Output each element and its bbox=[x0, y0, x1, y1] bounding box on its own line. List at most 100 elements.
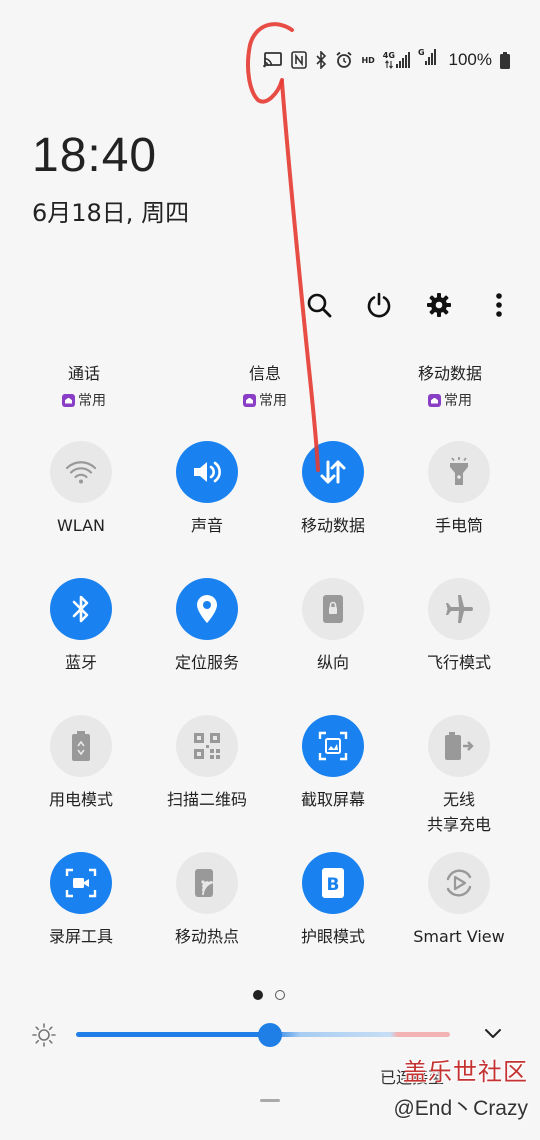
hotspot-icon bbox=[195, 869, 217, 897]
shortcut-mobile-data[interactable]: 移动数据 常用 bbox=[395, 360, 505, 411]
tile-label: 定位服务 bbox=[174, 653, 239, 672]
tile-toggle[interactable] bbox=[428, 715, 490, 777]
more-options-button[interactable] bbox=[482, 288, 516, 322]
app-shortcuts: 通话 常用 信息 常用 移动数据 常用 bbox=[0, 360, 540, 412]
search-button[interactable] bbox=[302, 288, 336, 322]
brightness-icon bbox=[32, 1023, 56, 1051]
tile-location[interactable]: 定位服务 bbox=[144, 578, 270, 675]
tile-label: 截取屏幕 bbox=[300, 790, 365, 809]
shortcut-name: 信息 bbox=[248, 364, 281, 383]
location-icon bbox=[197, 595, 217, 623]
shortcut-tag: 常用 bbox=[259, 393, 287, 409]
tile-label: 飞行模式 bbox=[426, 653, 491, 672]
tile-toggle[interactable] bbox=[176, 578, 238, 640]
tile-screen-recorder[interactable]: 录屏工具 bbox=[18, 852, 144, 949]
screenshot-icon bbox=[318, 731, 348, 761]
tile-toggle[interactable] bbox=[302, 715, 364, 777]
tile-airplane[interactable]: 飞行模式 bbox=[396, 578, 522, 675]
tile-toggle[interactable]: B bbox=[302, 852, 364, 914]
quick-panel: HD 4G G 100% 18:40 6月18日, 周四 通话 常用 信息 常用… bbox=[0, 0, 540, 1140]
portrait-lock-icon bbox=[323, 595, 343, 623]
tile-toggle[interactable] bbox=[302, 441, 364, 503]
wireless-share-icon bbox=[445, 732, 474, 760]
sim2-network-label: G bbox=[417, 48, 425, 57]
tile-toggle[interactable] bbox=[428, 578, 490, 640]
tile-toggle[interactable] bbox=[176, 852, 238, 914]
shortcut-name: 移动数据 bbox=[417, 364, 482, 383]
tile-toggle[interactable] bbox=[428, 852, 490, 914]
tile-smart-view[interactable]: Smart View bbox=[396, 852, 522, 949]
tile-bluetooth[interactable]: 蓝牙 bbox=[18, 578, 144, 675]
tile-toggle[interactable] bbox=[50, 852, 112, 914]
tile-eye-comfort[interactable]: B 护眼模式 bbox=[270, 852, 396, 949]
tile-toggle[interactable] bbox=[176, 715, 238, 777]
page-dot-inactive[interactable] bbox=[275, 990, 285, 1000]
search-icon bbox=[307, 293, 332, 318]
page-dot-active[interactable] bbox=[253, 990, 263, 1000]
tile-flashlight[interactable]: 手电筒 bbox=[396, 441, 522, 538]
network-type-label: 4G bbox=[382, 50, 395, 60]
svg-text:B: B bbox=[327, 875, 340, 895]
bluetooth-icon bbox=[315, 49, 327, 71]
tile-toggle[interactable] bbox=[50, 441, 112, 503]
eye-comfort-icon: B bbox=[322, 868, 344, 898]
tile-sound[interactable]: 声音 bbox=[144, 441, 270, 538]
power-button[interactable] bbox=[362, 288, 396, 322]
tile-label: Smart View bbox=[413, 927, 505, 946]
shortcut-tag: 常用 bbox=[78, 393, 106, 409]
alarm-icon bbox=[335, 49, 353, 71]
power-icon bbox=[367, 292, 391, 318]
shortcut-tag: 常用 bbox=[444, 393, 472, 409]
tile-wlan[interactable]: WLAN bbox=[18, 441, 144, 538]
nfc-icon bbox=[291, 49, 308, 71]
status-bar: HD 4G G 100% bbox=[263, 46, 510, 74]
tile-label: 纵向 bbox=[316, 653, 349, 672]
tile-mobile-hotspot[interactable]: 移动热点 bbox=[144, 852, 270, 949]
tile-wireless-powershare[interactable]: 无线 共享充电 bbox=[396, 715, 522, 837]
shortcut-call[interactable]: 通话 常用 bbox=[29, 360, 139, 411]
shortcut-messages[interactable]: 信息 常用 bbox=[210, 360, 320, 411]
panel-handle[interactable] bbox=[260, 1099, 280, 1102]
qr-code-icon bbox=[194, 733, 220, 759]
home-badge-icon bbox=[428, 393, 441, 407]
tile-screenshot[interactable]: 截取屏幕 bbox=[270, 715, 396, 812]
page-indicator bbox=[253, 990, 285, 1000]
tile-label: 移动热点 bbox=[174, 927, 239, 946]
brightness-slider-thumb[interactable] bbox=[258, 1023, 283, 1047]
wifi-icon bbox=[65, 461, 97, 484]
tile-mobile-data[interactable]: 移动数据 bbox=[270, 441, 396, 538]
bluetooth-icon bbox=[72, 595, 89, 623]
home-badge-icon bbox=[243, 393, 256, 407]
tile-toggle[interactable] bbox=[302, 578, 364, 640]
battery-percent: 100% bbox=[448, 50, 492, 69]
tile-power-mode[interactable]: 用电模式 bbox=[18, 715, 144, 812]
tile-label: 用电模式 bbox=[48, 790, 113, 809]
hd-volte-icon: HD bbox=[361, 55, 375, 65]
settings-button[interactable] bbox=[422, 288, 456, 322]
tile-toggle[interactable] bbox=[50, 578, 112, 640]
settings-icon bbox=[427, 293, 451, 317]
chevron-down-icon[interactable] bbox=[484, 1025, 502, 1044]
brightness-control bbox=[0, 1015, 540, 1055]
signal-g-icon: G bbox=[418, 49, 437, 71]
panel-actions bbox=[302, 288, 516, 322]
power-mode-icon bbox=[72, 731, 90, 761]
more-icon bbox=[496, 293, 502, 317]
signal-4g-icon: 4G bbox=[383, 49, 410, 71]
tile-toggle[interactable] bbox=[428, 441, 490, 503]
mobile-data-icon bbox=[320, 460, 346, 484]
watermark-site: 盖乐世社区 bbox=[403, 1058, 528, 1086]
shortcut-name: 通话 bbox=[67, 364, 100, 383]
tile-toggle[interactable] bbox=[50, 715, 112, 777]
tile-label: 扫描二维码 bbox=[166, 790, 247, 809]
clock-date: 6月18日, 周四 bbox=[32, 199, 190, 227]
clock-time: 18:40 bbox=[32, 129, 158, 182]
tile-orientation[interactable]: 纵向 bbox=[270, 578, 396, 675]
tile-label: 声音 bbox=[190, 516, 223, 535]
tile-qr-scan[interactable]: 扫描二维码 bbox=[144, 715, 270, 812]
tile-label: 蓝牙 bbox=[64, 653, 97, 672]
tile-label: 移动数据 bbox=[300, 516, 365, 535]
tile-label: 护眼模式 bbox=[300, 927, 365, 946]
screen-record-icon bbox=[65, 868, 97, 898]
tile-toggle[interactable] bbox=[176, 441, 238, 503]
